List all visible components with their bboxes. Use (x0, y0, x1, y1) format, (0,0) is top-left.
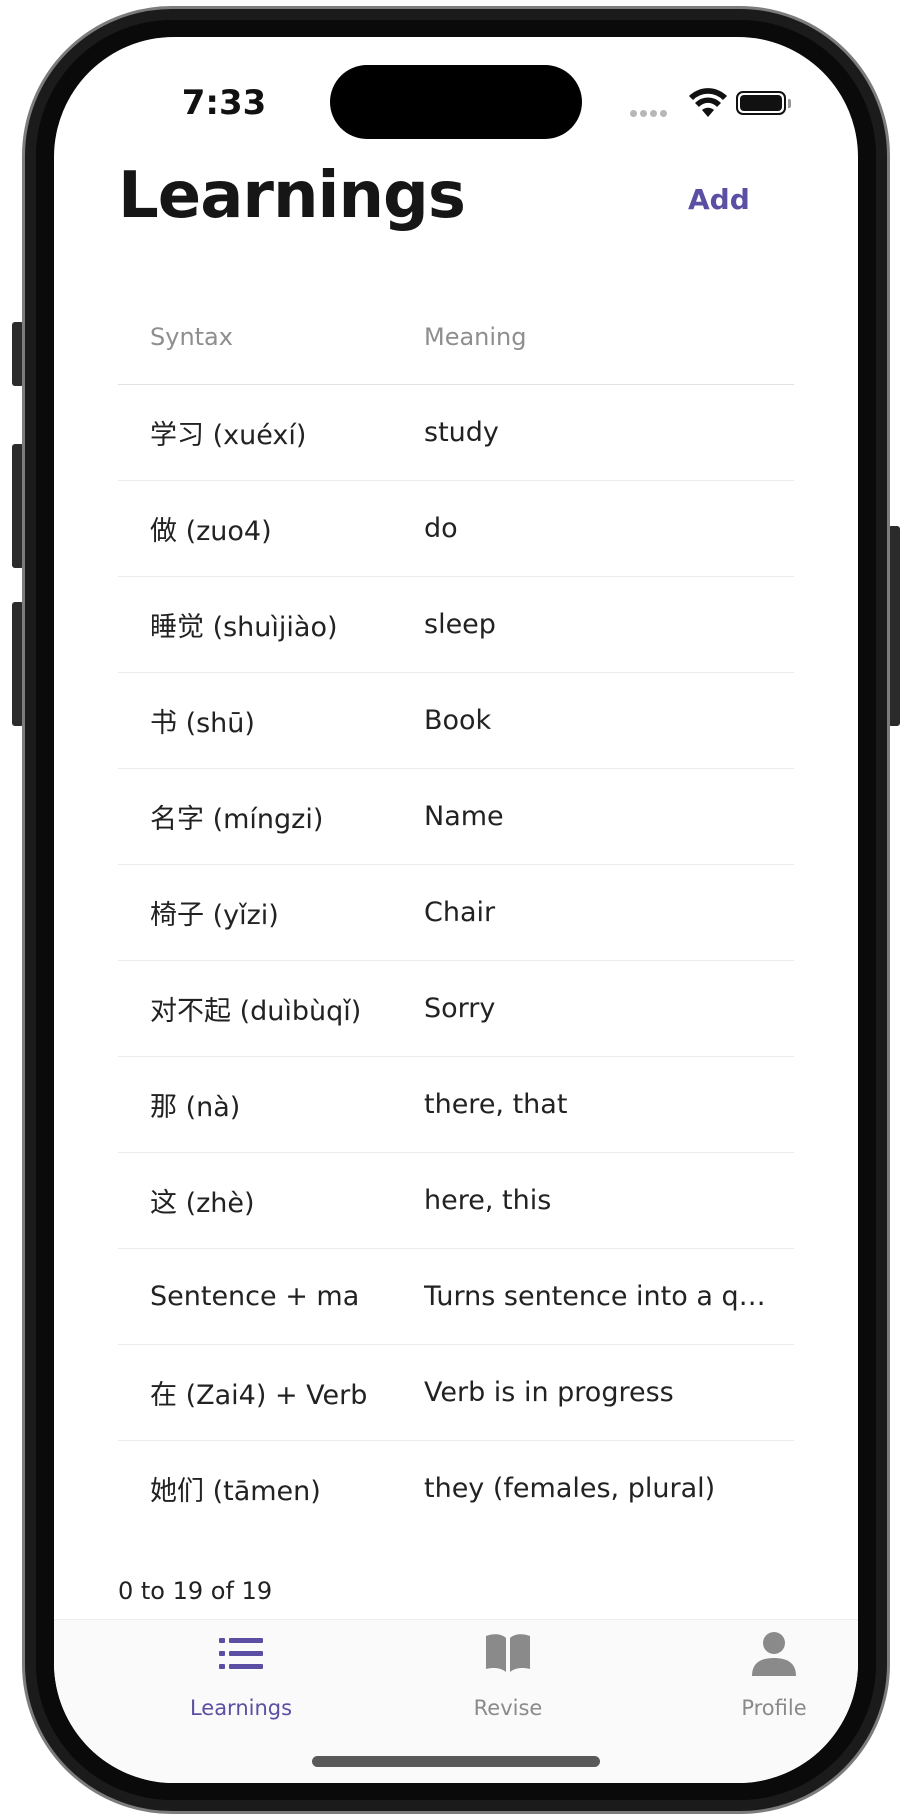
cell-meaning: Turns sentence into a question (424, 1281, 794, 1312)
tab-revise[interactable]: Revise (408, 1620, 608, 1730)
cell-meaning: Name (424, 801, 504, 832)
cell-syntax: Sentence + ma (150, 1281, 360, 1312)
table-row[interactable]: 对不起 (duìbùqǐ) Sorry (118, 961, 794, 1057)
table-body: 学习 (xuéxí) study 做 (zuo4) do 睡觉 (shuìjiào)… (118, 385, 794, 1513)
cell-meaning: Verb is in progress (424, 1377, 674, 1408)
cell-syntax: 那 (nà) (150, 1092, 241, 1123)
dynamic-island (330, 65, 582, 139)
table-row[interactable]: 书 (shū) Book (118, 673, 794, 769)
cell-syntax: 书 (shū) (150, 708, 255, 739)
cell-meaning: there, that (424, 1089, 568, 1120)
column-header-meaning[interactable]: Meaning (424, 323, 794, 351)
column-header-syntax[interactable]: Syntax (118, 323, 424, 351)
cell-syntax: 在 (Zai4) + Verb (150, 1380, 368, 1411)
cell-syntax: 学习 (xuéxí) (150, 420, 307, 451)
table-row[interactable]: 在 (Zai4) + Verb Verb is in progress (118, 1345, 794, 1441)
table-row[interactable]: 这 (zhè) here, this (118, 1153, 794, 1249)
list-icon (219, 1638, 263, 1669)
home-indicator[interactable] (312, 1756, 600, 1767)
cell-syntax: 这 (zhè) (150, 1188, 255, 1219)
person-icon (752, 1632, 796, 1676)
page-title: Learnings (118, 159, 466, 233)
add-button[interactable]: Add (688, 183, 750, 216)
cell-meaning: here, this (424, 1185, 552, 1216)
pagination-status: 0 to 19 of 19 (118, 1577, 273, 1605)
cell-meaning: Book (424, 705, 492, 736)
tab-profile[interactable]: Profile (674, 1620, 858, 1730)
cell-meaning: do (424, 513, 458, 544)
tab-learnings[interactable]: Learnings (141, 1620, 341, 1730)
tab-label: Revise (473, 1696, 543, 1720)
status-icons (630, 87, 796, 119)
cell-syntax: 对不起 (duìbùqǐ) (150, 996, 362, 1027)
table-row[interactable]: 名字 (míngzi) Name (118, 769, 794, 865)
table-row[interactable]: 那 (nà) there, that (118, 1057, 794, 1153)
signal-dots-icon (630, 102, 670, 121)
cell-syntax: 名字 (míngzi) (150, 804, 324, 835)
cell-meaning: they (females, plural) (424, 1473, 716, 1504)
status-time: 7:33 (181, 83, 267, 123)
learnings-table: Syntax Meaning 学习 (xuéxí) study 做 (zuo4) d… (118, 289, 794, 1513)
cell-meaning: sleep (424, 609, 496, 640)
cell-syntax: 椅子 (yǐzi) (150, 900, 279, 931)
table-row[interactable]: 她们 (tāmen) they (females, plural) (118, 1441, 794, 1513)
tab-label: Learnings (189, 1696, 293, 1720)
table-row[interactable]: 学习 (xuéxí) study (118, 385, 794, 481)
table-row[interactable]: 做 (zuo4) do (118, 481, 794, 577)
battery-icon (736, 91, 786, 115)
app-screen: 7:33 Learnings Add Syntax Meaning 学习 (xu… (54, 37, 858, 1783)
cell-syntax: 她们 (tāmen) (150, 1476, 321, 1507)
tab-label: Profile (741, 1696, 807, 1720)
battery-tip (788, 99, 791, 108)
table-row[interactable]: 睡觉 (shuìjiào) sleep (118, 577, 794, 673)
cell-meaning: Sorry (424, 993, 496, 1024)
cell-meaning: study (424, 417, 499, 448)
cell-meaning: Chair (424, 897, 496, 928)
table-row[interactable]: 椅子 (yǐzi) Chair (118, 865, 794, 961)
table-header: Syntax Meaning (118, 289, 794, 385)
table-row[interactable]: Sentence + ma Turns sentence into a quest… (118, 1249, 794, 1345)
wifi-icon (689, 88, 727, 117)
book-icon (486, 1634, 530, 1672)
cell-syntax: 做 (zuo4) (150, 516, 272, 547)
cell-syntax: 睡觉 (shuìjiào) (150, 612, 338, 643)
